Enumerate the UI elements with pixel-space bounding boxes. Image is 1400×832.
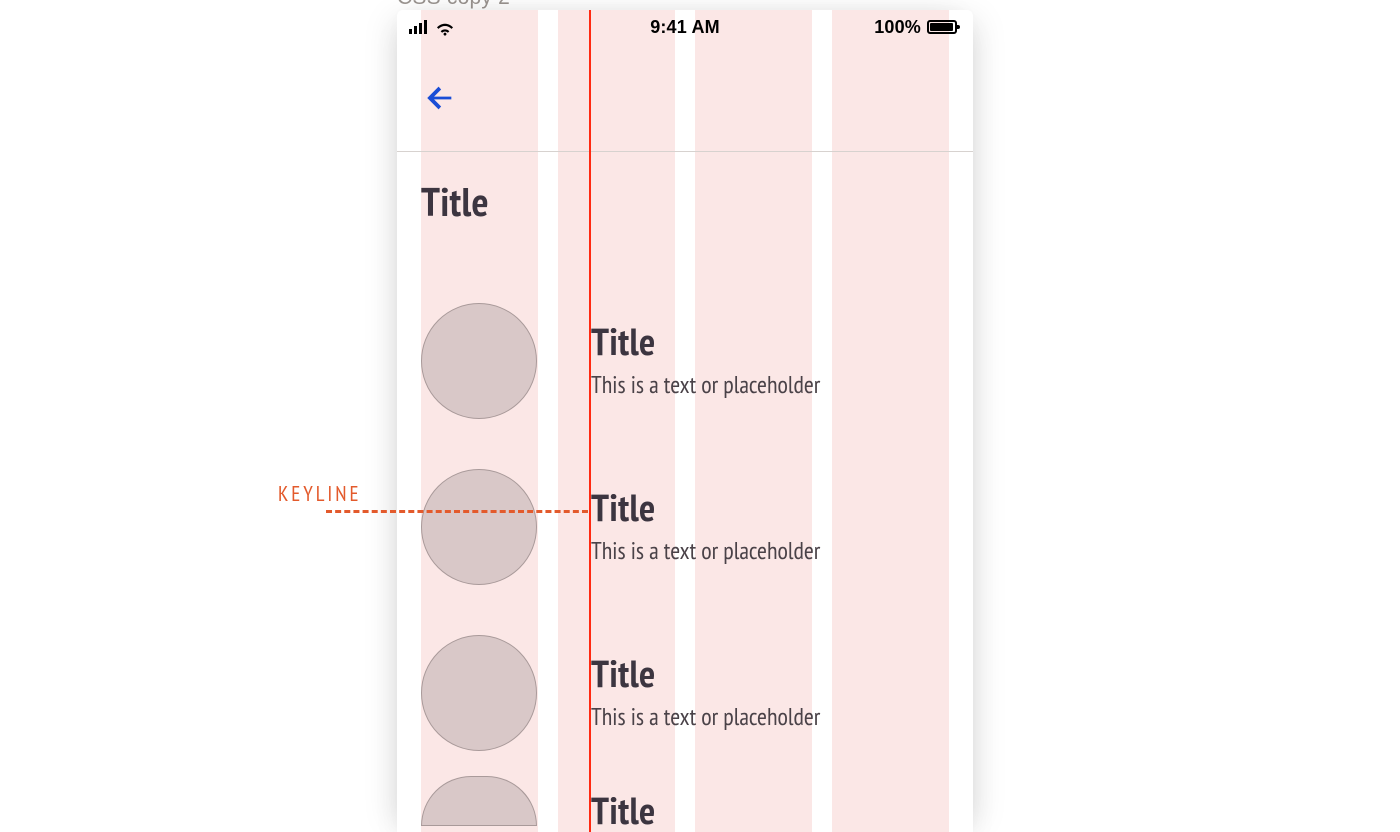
wifi-icon — [435, 20, 455, 34]
nav-bar — [397, 44, 973, 152]
avatar-placeholder-icon — [421, 635, 537, 751]
cellular-signal-icon — [409, 20, 427, 34]
list-item-title: Title — [591, 489, 820, 527]
keyline-label: KEYLINE — [278, 480, 361, 507]
avatar-placeholder-icon — [421, 303, 537, 419]
page-title: Title — [421, 182, 949, 222]
list-item[interactable]: Title — [421, 776, 949, 832]
list-item[interactable]: Title This is a text or placeholder — [421, 610, 949, 776]
list-item[interactable]: Title This is a text or placeholder — [421, 278, 949, 444]
cropped-caption: CSS copy 2 — [397, 0, 510, 10]
battery-percent: 100% — [874, 17, 921, 38]
avatar-placeholder-icon — [421, 469, 537, 585]
list-item-subtitle: This is a text or placeholder — [591, 537, 820, 566]
list-item-subtitle: This is a text or placeholder — [591, 703, 820, 732]
battery-icon — [927, 20, 957, 34]
list-item-title: Title — [591, 655, 820, 693]
list-item[interactable]: Title This is a text or placeholder — [421, 444, 949, 610]
list-item-title: Title — [591, 792, 656, 830]
list-item-title: Title — [591, 323, 820, 361]
list-item-subtitle: This is a text or placeholder — [591, 371, 820, 400]
avatar-placeholder-icon — [421, 776, 537, 826]
status-bar: 9:41 AM 100% — [397, 10, 973, 44]
content-area: Title Title This is a text or placeholde… — [397, 152, 973, 832]
device-frame: 9:41 AM 100% Title Title This is a text … — [397, 10, 973, 832]
back-arrow-icon[interactable] — [423, 81, 457, 115]
